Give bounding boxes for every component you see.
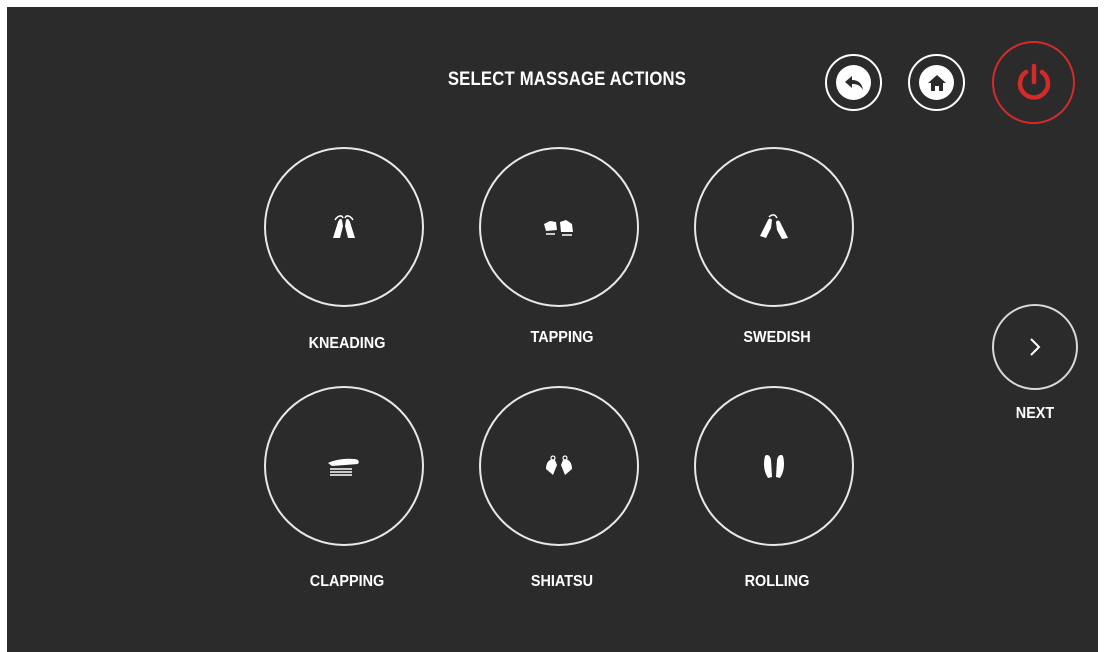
rolling-hands-icon — [764, 455, 784, 478]
swedish-label: SWEDISH — [743, 329, 811, 346]
tapping-label: TAPPING — [530, 329, 594, 346]
clapping-hand-icon — [328, 458, 359, 476]
rolling-button[interactable] — [694, 386, 854, 546]
tapping-button[interactable] — [479, 147, 639, 307]
kneading-hands-icon — [333, 215, 355, 238]
back-button[interactable] — [825, 54, 882, 111]
shiatsu-button[interactable] — [479, 386, 639, 546]
power-button[interactable] — [992, 41, 1075, 124]
next-label: NEXT — [1015, 405, 1055, 422]
swedish-button[interactable] — [694, 147, 854, 307]
shiatsu-hands-icon — [546, 455, 572, 475]
kneading-button[interactable] — [264, 147, 424, 307]
home-button[interactable] — [908, 54, 965, 111]
clapping-label: CLAPPING — [309, 573, 385, 590]
clapping-button[interactable] — [264, 386, 424, 546]
chevron-right-icon — [1030, 338, 1041, 356]
rolling-label: ROLLING — [744, 573, 810, 590]
shiatsu-label: SHIATSU — [530, 573, 594, 590]
power-icon — [1017, 63, 1050, 100]
home-icon — [919, 65, 954, 100]
back-arrow-icon — [836, 65, 871, 100]
massage-screen: SELECT MASSAGE ACTIONS KNEADING TAPPING … — [7, 7, 1098, 652]
swedish-hands-icon — [760, 214, 788, 239]
next-button[interactable] — [992, 304, 1078, 390]
kneading-label: KNEADING — [308, 335, 386, 352]
tapping-hands-icon — [544, 220, 573, 236]
